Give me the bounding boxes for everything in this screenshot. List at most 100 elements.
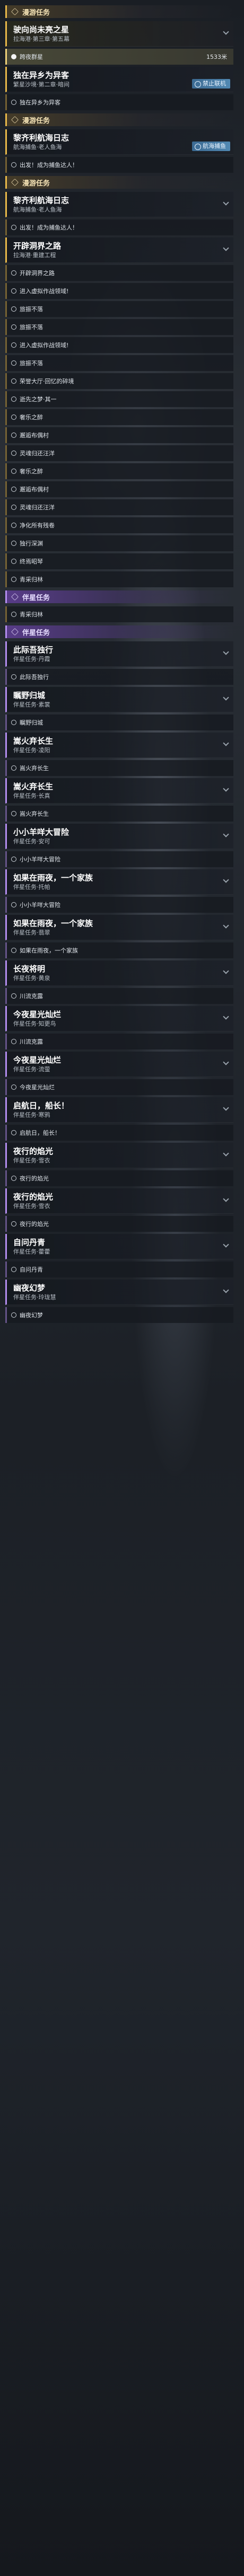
objective-text: 独行深渊 <box>20 540 43 547</box>
quest-card[interactable]: 如果在雨夜，一个家族 伴星任务·翡翠 <box>5 915 233 940</box>
quest-objective[interactable]: 邂逅布偶村 <box>5 427 233 443</box>
section-header[interactable]: 漫游任务 <box>5 5 233 18</box>
quest-card[interactable]: 驶向尚未亮之星 拉海港·第三章·第五幕 <box>5 21 233 47</box>
quest-objective[interactable]: 川流克露 <box>5 988 233 1004</box>
quest-objective[interactable]: 邂逅布偶村 <box>5 481 233 497</box>
quest-objective[interactable]: 自问丹青 <box>5 1261 233 1277</box>
quest-objective[interactable]: 独行深渊 <box>5 535 233 551</box>
quest-objective[interactable]: 跨夜群星 1533米 <box>5 49 233 65</box>
objective-text: 独在异乡为异客 <box>20 99 60 106</box>
objective-circle-icon <box>11 1312 16 1318</box>
objective-distance: 1533米 <box>206 54 227 60</box>
objective-text: 旅振不落 <box>20 324 43 331</box>
quest-objective[interactable]: 奢乐之醉 <box>5 463 233 479</box>
quest-card[interactable]: 嵩火弃长生 伴星任务·凌阳 <box>5 733 233 758</box>
quest-title: 此际吾独行 <box>13 645 54 655</box>
section-header[interactable]: 漫游任务 <box>5 113 233 126</box>
objective-text: 逝先之梦·其一 <box>20 396 57 403</box>
quest-subtitle: 伴星任务·流萤 <box>13 1066 50 1073</box>
quest-objective[interactable]: 独在异乡为异客 <box>5 94 233 110</box>
quest-objective[interactable]: 出发！成为捕鱼达人！ <box>5 157 233 173</box>
quest-objective[interactable]: 进入虚拟作战领域! <box>5 337 233 353</box>
quest-card[interactable]: 瞩野归城 伴星任务·素裳 <box>5 687 233 712</box>
quest-card[interactable]: 启航日，船长！ 伴星任务·寒鸦 <box>5 1097 233 1123</box>
quest-objective[interactable]: 开辟洞界之路 <box>5 265 233 281</box>
quest-card[interactable]: 独在异乡为异客 繁星沙境·第二章·暗间 禁止联机 <box>5 67 233 92</box>
quest-card[interactable]: 开辟洞界之路 拉海港·重建工程 <box>5 237 233 263</box>
quest-card[interactable]: 幽夜幻梦 伴星任务·玲珑慧 <box>5 1280 233 1305</box>
objective-circle-icon <box>11 487 16 492</box>
quest-tag-badge: 航海捕鱼 <box>192 142 230 151</box>
quest-objective[interactable]: 旅振不落 <box>5 355 233 371</box>
quest-card[interactable]: 黎齐利航海日志 航海捕鱼·老人鱼海 <box>5 192 233 217</box>
quest-subtitle: 伴星任务·寒鸦 <box>13 1111 50 1118</box>
quest-card[interactable]: 此际吾独行 伴星任务·丹霞 <box>5 641 233 667</box>
objective-text: 今夜星光灿烂 <box>20 1084 55 1091</box>
objective-circle-icon <box>11 1130 16 1135</box>
quest-card[interactable]: 长夜将明 伴星任务·黄泉 <box>5 960 233 986</box>
quest-list-panel: 漫游任务 驶向尚未亮之星 拉海港·第三章·第五幕 跨夜群星 1533米 独在异乡为异客 繁星… <box>0 0 233 1325</box>
quest-objective[interactable]: 小小羊咩大冒险 <box>5 851 233 867</box>
quest-objective[interactable]: 启航日，船长！ <box>5 1125 233 1141</box>
quest-objective[interactable]: 青采归林 <box>5 571 233 587</box>
objective-circle-icon <box>11 541 16 546</box>
quest-card[interactable]: 嵩火弃长生 伴星任务·长真 <box>5 778 233 804</box>
quest-objective[interactable]: 幽夜幻梦 <box>5 1307 233 1323</box>
quest-objective[interactable]: 终焉昭琴 <box>5 553 233 569</box>
objective-circle-icon <box>11 857 16 862</box>
quest-objective[interactable]: 小小羊咩大冒险 <box>5 897 233 913</box>
objective-text: 净化所有残卷 <box>20 522 55 529</box>
quest-objective[interactable]: 逝先之梦·其一 <box>5 391 233 407</box>
section-header-label: 漫游任务 <box>22 117 50 125</box>
quest-card[interactable]: 今夜星光灿烂 伴星任务·流萤 <box>5 1052 233 1077</box>
section-header[interactable]: 伴星任务 <box>5 625 233 638</box>
quest-objective[interactable]: 夜行的焰光 <box>5 1170 233 1186</box>
quest-objective[interactable]: 灵魂归还汪洋 <box>5 499 233 515</box>
objective-circle-icon <box>11 674 16 680</box>
quest-card[interactable]: 今夜星光灿烂 伴星任务·知更鸟 <box>5 1006 233 1031</box>
quest-subtitle: 伴星任务·翡翠 <box>13 929 50 936</box>
quest-card[interactable]: 小小羊咩大冒险 伴星任务·安可 <box>5 824 233 849</box>
quest-tag-badge: 禁止联机 <box>192 79 230 89</box>
objective-circle-icon <box>11 324 16 330</box>
objective-circle-icon <box>11 902 16 907</box>
quest-objective[interactable]: 嵩火弃长生 <box>5 806 233 822</box>
quest-card[interactable]: 自问丹青 伴星任务·藿藿 <box>5 1234 233 1259</box>
section-header[interactable]: 伴星任务 <box>5 590 233 603</box>
quest-card[interactable]: 夜行的焰光 伴星任务·雪衣 <box>5 1143 233 1168</box>
quest-objective[interactable]: 荣誉大厅·回忆的碎境 <box>5 373 233 389</box>
quest-objective[interactable]: 进入虚拟作战领域! <box>5 283 233 299</box>
quest-title: 嵩火弃长生 <box>13 736 54 746</box>
quest-objective[interactable]: 瞩野归城 <box>5 714 233 730</box>
quest-subtitle: 拉海港·重建工程 <box>13 252 56 259</box>
quest-card[interactable]: 夜行的焰光 伴星任务·雪衣 <box>5 1188 233 1214</box>
objective-circle-icon <box>11 1176 16 1181</box>
objective-text: 灵魂归还汪洋 <box>20 504 55 511</box>
quest-title: 长夜将明 <box>13 964 46 974</box>
companion-quest-icon <box>11 593 19 601</box>
quest-title: 开辟洞界之路 <box>13 241 62 251</box>
quest-objective[interactable]: 旅振不落 <box>5 319 233 335</box>
quest-objective[interactable]: 今夜星光灿烂 <box>5 1079 233 1095</box>
objective-circle-icon <box>11 162 16 167</box>
quest-objective[interactable]: 夜行的焰光 <box>5 1216 233 1232</box>
quest-card[interactable]: 如果在雨夜，一个家族 伴星任务·托帕 <box>5 869 233 895</box>
objective-text: 此际吾独行 <box>20 674 49 681</box>
objective-circle-icon <box>11 1039 16 1044</box>
quest-objective[interactable]: 灵魂归还汪洋 <box>5 445 233 461</box>
quest-objective[interactable]: 此际吾独行 <box>5 669 233 685</box>
quest-objective[interactable]: 旅振不落 <box>5 301 233 317</box>
quest-objective[interactable]: 嵩火弃长生 <box>5 760 233 776</box>
quest-objective[interactable]: 出发！成为捕鱼达人！ <box>5 219 233 235</box>
quest-objective[interactable]: 奢乐之醉 <box>5 409 233 425</box>
quest-objective[interactable]: 青采归林 <box>5 606 233 622</box>
quest-objective[interactable]: 净化所有残卷 <box>5 517 233 533</box>
objective-text: 出发！成为捕鱼达人！ <box>20 162 78 169</box>
quest-title: 如果在雨夜，一个家族 <box>13 873 93 883</box>
quest-card[interactable]: 黎齐利航海日志 航海捕鱼·老人鱼海 航海捕鱼 <box>5 129 233 155</box>
section-header[interactable]: 漫游任务 <box>5 176 233 189</box>
quest-objective[interactable]: 川流克露 <box>5 1034 233 1049</box>
quest-objective[interactable]: 如果在雨夜，一个家族 <box>5 942 233 958</box>
quest-subtitle: 伴星任务·知更鸟 <box>13 1020 56 1027</box>
objective-text: 跨夜群星 <box>20 54 43 60</box>
